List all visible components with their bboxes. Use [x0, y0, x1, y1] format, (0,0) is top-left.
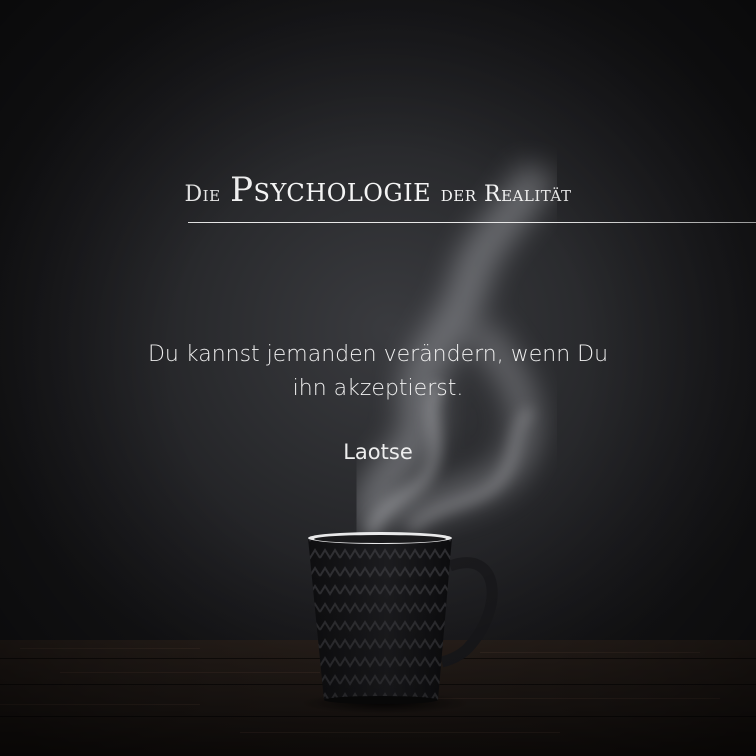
- coffee-mug-icon: [308, 532, 498, 704]
- quote-line-2: ihn akzeptierst.: [292, 376, 464, 401]
- quote-text: Du kannst jemanden verändern, wenn Du ih…: [78, 338, 678, 406]
- quote-image: Die Psychologie der Realität Du kannst j…: [0, 0, 756, 756]
- title-underline: [188, 222, 756, 223]
- quote-line-1: Du kannst jemanden verändern, wenn Du: [147, 342, 609, 367]
- title-main: Psychologie: [230, 170, 432, 210]
- title-prefix: Die: [184, 182, 221, 207]
- quote-author: Laotse: [343, 440, 413, 464]
- title-suffix: der Realität: [440, 182, 572, 207]
- header-title: Die Psychologie der Realität: [0, 170, 756, 210]
